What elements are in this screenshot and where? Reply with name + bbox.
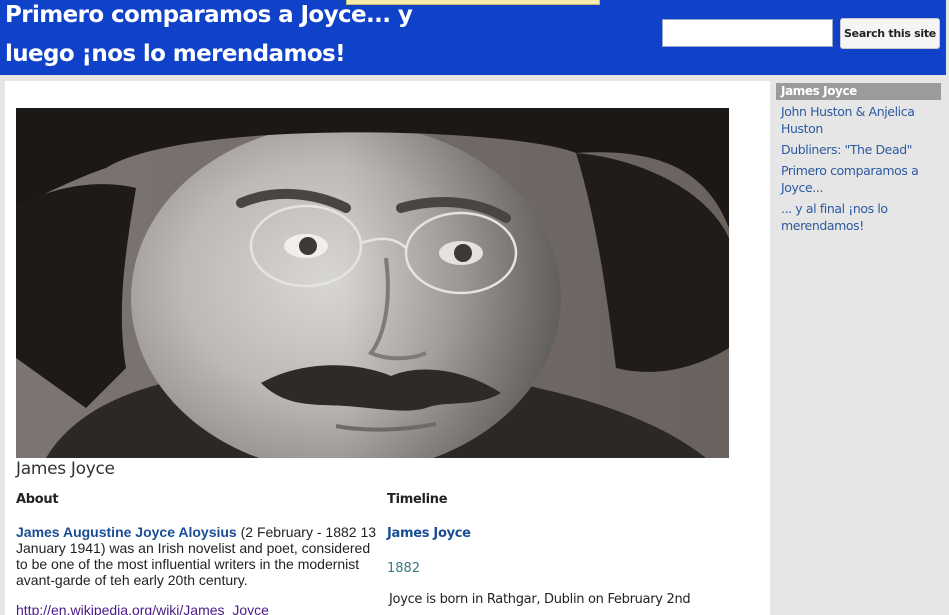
about-name-link[interactable]: James Augustine Joyce Aloysius (16, 524, 237, 540)
timeline-heading: Timeline (387, 492, 448, 507)
about-text: James Augustine Joyce Aloysius (2 Februa… (16, 524, 378, 588)
sidebar-heading[interactable]: James Joyce (776, 83, 941, 100)
search-input[interactable] (662, 19, 833, 47)
timeline-event: Joyce is born in Rathgar, Dublin on Febr… (389, 592, 691, 607)
hero-photo (16, 108, 729, 458)
sidebar: James Joyce John Huston & Anjelica Husto… (776, 83, 941, 238)
about-heading: About (16, 492, 59, 507)
sidebar-item-merendamos[interactable]: ... y al final ¡nos lo merendamos! (781, 200, 931, 234)
portrait-photo (16, 108, 729, 458)
person-name: James Joyce (16, 459, 115, 479)
site-header: Primero comparamos a Joyce... y luego ¡n… (0, 0, 946, 75)
timeline-title-link[interactable]: James Joyce (387, 526, 471, 541)
search-button[interactable]: Search this site (840, 18, 940, 49)
site-title[interactable]: Primero comparamos a Joyce... y luego ¡n… (5, 0, 465, 74)
sidebar-item-huston[interactable]: John Huston & Anjelica Huston (781, 103, 931, 137)
wikipedia-link[interactable]: http://en.wikipedia.org/wiki/James_Joyce (16, 602, 269, 615)
main-content: James Joyce About James Augustine Joyce … (5, 81, 770, 615)
sidebar-item-comparamos[interactable]: Primero comparamos a Joyce... (781, 162, 931, 196)
sidebar-item-dubliners[interactable]: Dubliners: "The Dead" (781, 141, 931, 158)
timeline-year: 1882 (387, 561, 421, 576)
sidebar-list: John Huston & Anjelica Huston Dubliners:… (776, 103, 941, 234)
